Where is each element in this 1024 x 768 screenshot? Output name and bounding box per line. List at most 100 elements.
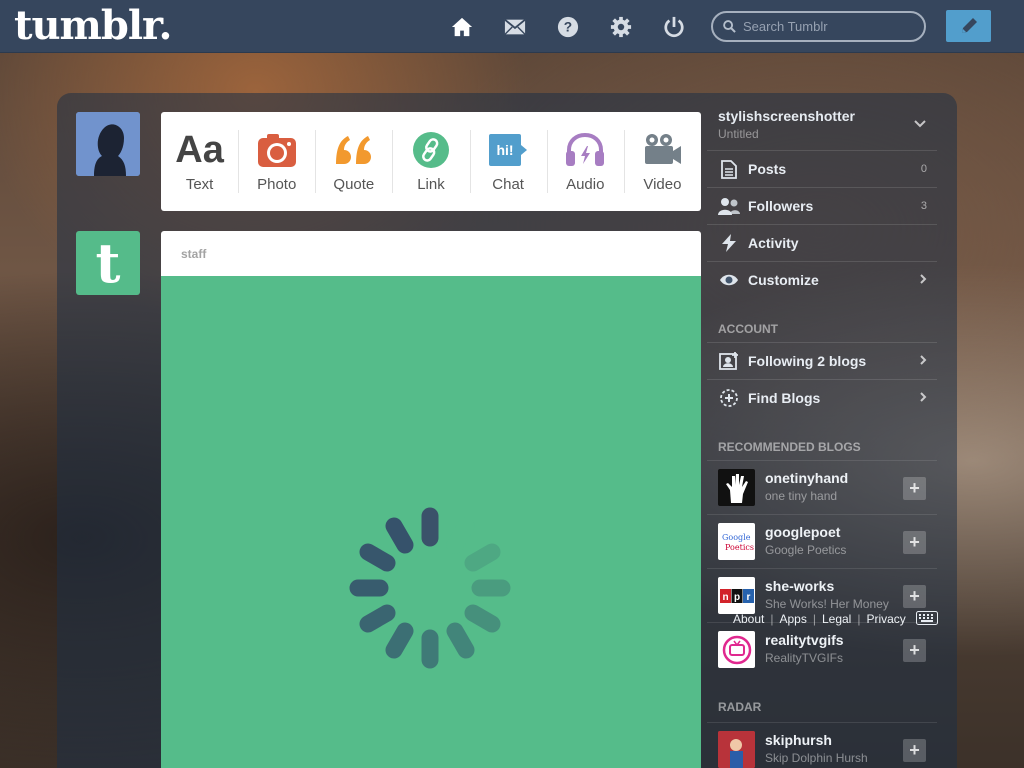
post-type-quote[interactable]: Quote [315, 112, 392, 211]
settings-icon[interactable] [608, 14, 634, 40]
follow-button[interactable]: + [903, 477, 926, 500]
headphones-icon [565, 130, 605, 170]
follow-button[interactable]: + [903, 739, 926, 762]
radar-blog[interactable]: skiphursh Skip Dolphin Hursh + [707, 722, 937, 768]
chevron-right-icon [919, 390, 927, 406]
sidebar-item-activity[interactable]: Activity [707, 224, 937, 261]
search-icon [723, 20, 736, 33]
blog-avatar: npr [718, 577, 755, 614]
post-type-audio[interactable]: Audio [546, 112, 624, 211]
sidebar-item-following[interactable]: Following 2 blogs [707, 342, 937, 379]
compass-icon [718, 388, 740, 408]
svg-text:?: ? [564, 20, 572, 35]
post-type-label: Video [643, 176, 682, 193]
recommended-section-title: RECOMMENDED BLOGS [718, 440, 861, 454]
following-icon [718, 352, 740, 370]
camera-icon [257, 130, 296, 170]
sidebar-item-label: Followers [748, 198, 814, 214]
follow-button[interactable]: + [903, 531, 926, 554]
help-icon[interactable]: ? [555, 14, 581, 40]
sidebar-item-followers[interactable]: Followers 3 [707, 187, 937, 224]
blog-title: RealityTVGIFs [765, 651, 844, 665]
svg-text:r: r [746, 592, 750, 603]
svg-text:hi!: hi! [497, 142, 514, 158]
power-icon[interactable] [661, 14, 687, 40]
spinner-icon [349, 507, 511, 669]
account-section-title: ACCOUNT [718, 322, 778, 336]
people-icon [718, 197, 740, 215]
text-icon: Aa [175, 129, 224, 171]
blog-title: Google Poetics [765, 543, 847, 557]
sidebar-item-label: Following 2 blogs [748, 353, 867, 369]
document-icon [718, 159, 740, 179]
blog-avatar [718, 631, 755, 668]
blog-avatar: Google Poetics [718, 523, 755, 560]
video-camera-icon [642, 130, 682, 170]
blog-avatar [718, 731, 755, 768]
post-author[interactable]: staff [161, 231, 701, 276]
link-icon [412, 130, 450, 170]
follow-button[interactable]: + [903, 585, 926, 608]
footer-link-legal[interactable]: Legal [822, 612, 851, 626]
blog-name: onetinyhand [765, 470, 849, 486]
chevron-down-icon[interactable] [913, 116, 927, 134]
mail-icon[interactable] [502, 14, 528, 40]
post-type-label: Text [185, 176, 214, 193]
tumblr-logo[interactable]: tumblr. [14, 4, 172, 48]
radar-section-title: RADAR [718, 700, 762, 714]
recommended-blog[interactable]: Google Poetics googlepoet Google Poetics … [707, 514, 937, 568]
recommended-blog[interactable]: onetinyhand one tiny hand + [707, 460, 937, 514]
blog-title: Skip Dolphin Hursh [765, 751, 868, 765]
search-box[interactable] [711, 11, 926, 42]
blog-name: skiphursh [765, 732, 832, 748]
recommended-blog[interactable]: realitytvgifs RealityTVGIFs + [707, 622, 937, 676]
svg-text:Google: Google [722, 533, 751, 542]
sidebar-item-find-blogs[interactable]: Find Blogs [707, 379, 937, 416]
followers-count: 3 [920, 200, 927, 212]
footer-link-apps[interactable]: Apps [779, 612, 806, 626]
sidebar-item-label: Find Blogs [748, 390, 821, 406]
sidebar-item-label: Customize [748, 272, 819, 288]
blog-name: she-works [765, 578, 835, 594]
post-type-label: Photo [257, 176, 297, 193]
post-type-label: Chat [492, 176, 524, 193]
follow-button[interactable]: + [903, 639, 926, 662]
home-icon[interactable] [449, 14, 475, 40]
post-type-label: Link [417, 176, 445, 193]
sidebar-item-label: Posts [748, 161, 787, 177]
sidebar-item-label: Activity [748, 235, 799, 251]
staff-avatar[interactable]: t [76, 231, 140, 295]
post-type-video[interactable]: Video [623, 112, 701, 211]
lightning-icon [718, 234, 740, 252]
keyboard-icon[interactable] [916, 611, 938, 630]
blog-name[interactable]: stylishscreenshotter [718, 108, 855, 124]
search-input[interactable] [743, 19, 913, 34]
blog-name: googlepoet [765, 524, 841, 540]
post-type-label: Quote [333, 176, 375, 193]
eye-icon [718, 273, 740, 287]
blog-title: Untitled [718, 127, 759, 141]
svg-text:p: p [733, 592, 739, 603]
chevron-right-icon [919, 272, 927, 288]
pencil-icon [961, 18, 977, 33]
post-type-photo[interactable]: Photo [238, 112, 315, 211]
svg-text:Poetics: Poetics [725, 543, 754, 552]
sidebar-item-customize[interactable]: Customize [707, 261, 937, 298]
blog-title: She Works! Her Money [765, 597, 889, 611]
blog-avatar [718, 469, 755, 506]
post-type-link[interactable]: Link [392, 112, 469, 211]
blog-name: realitytvgifs [765, 632, 844, 648]
post-type-chat[interactable]: hi! Chat [469, 112, 547, 211]
user-avatar[interactable] [76, 112, 140, 176]
post-type-text[interactable]: Aa Text [161, 112, 238, 211]
sidebar-item-posts[interactable]: Posts 0 [707, 150, 937, 187]
footer-link-privacy[interactable]: Privacy [866, 612, 905, 626]
quote-icon [334, 130, 374, 170]
chat-icon: hi! [487, 130, 529, 170]
footer-links: About | Apps | Legal | Privacy [733, 612, 906, 626]
post-content [161, 276, 701, 768]
post-type-label: Audio [566, 176, 605, 193]
footer-link-about[interactable]: About [733, 612, 764, 626]
compose-button[interactable] [946, 10, 991, 42]
post-card: staff [161, 231, 701, 768]
